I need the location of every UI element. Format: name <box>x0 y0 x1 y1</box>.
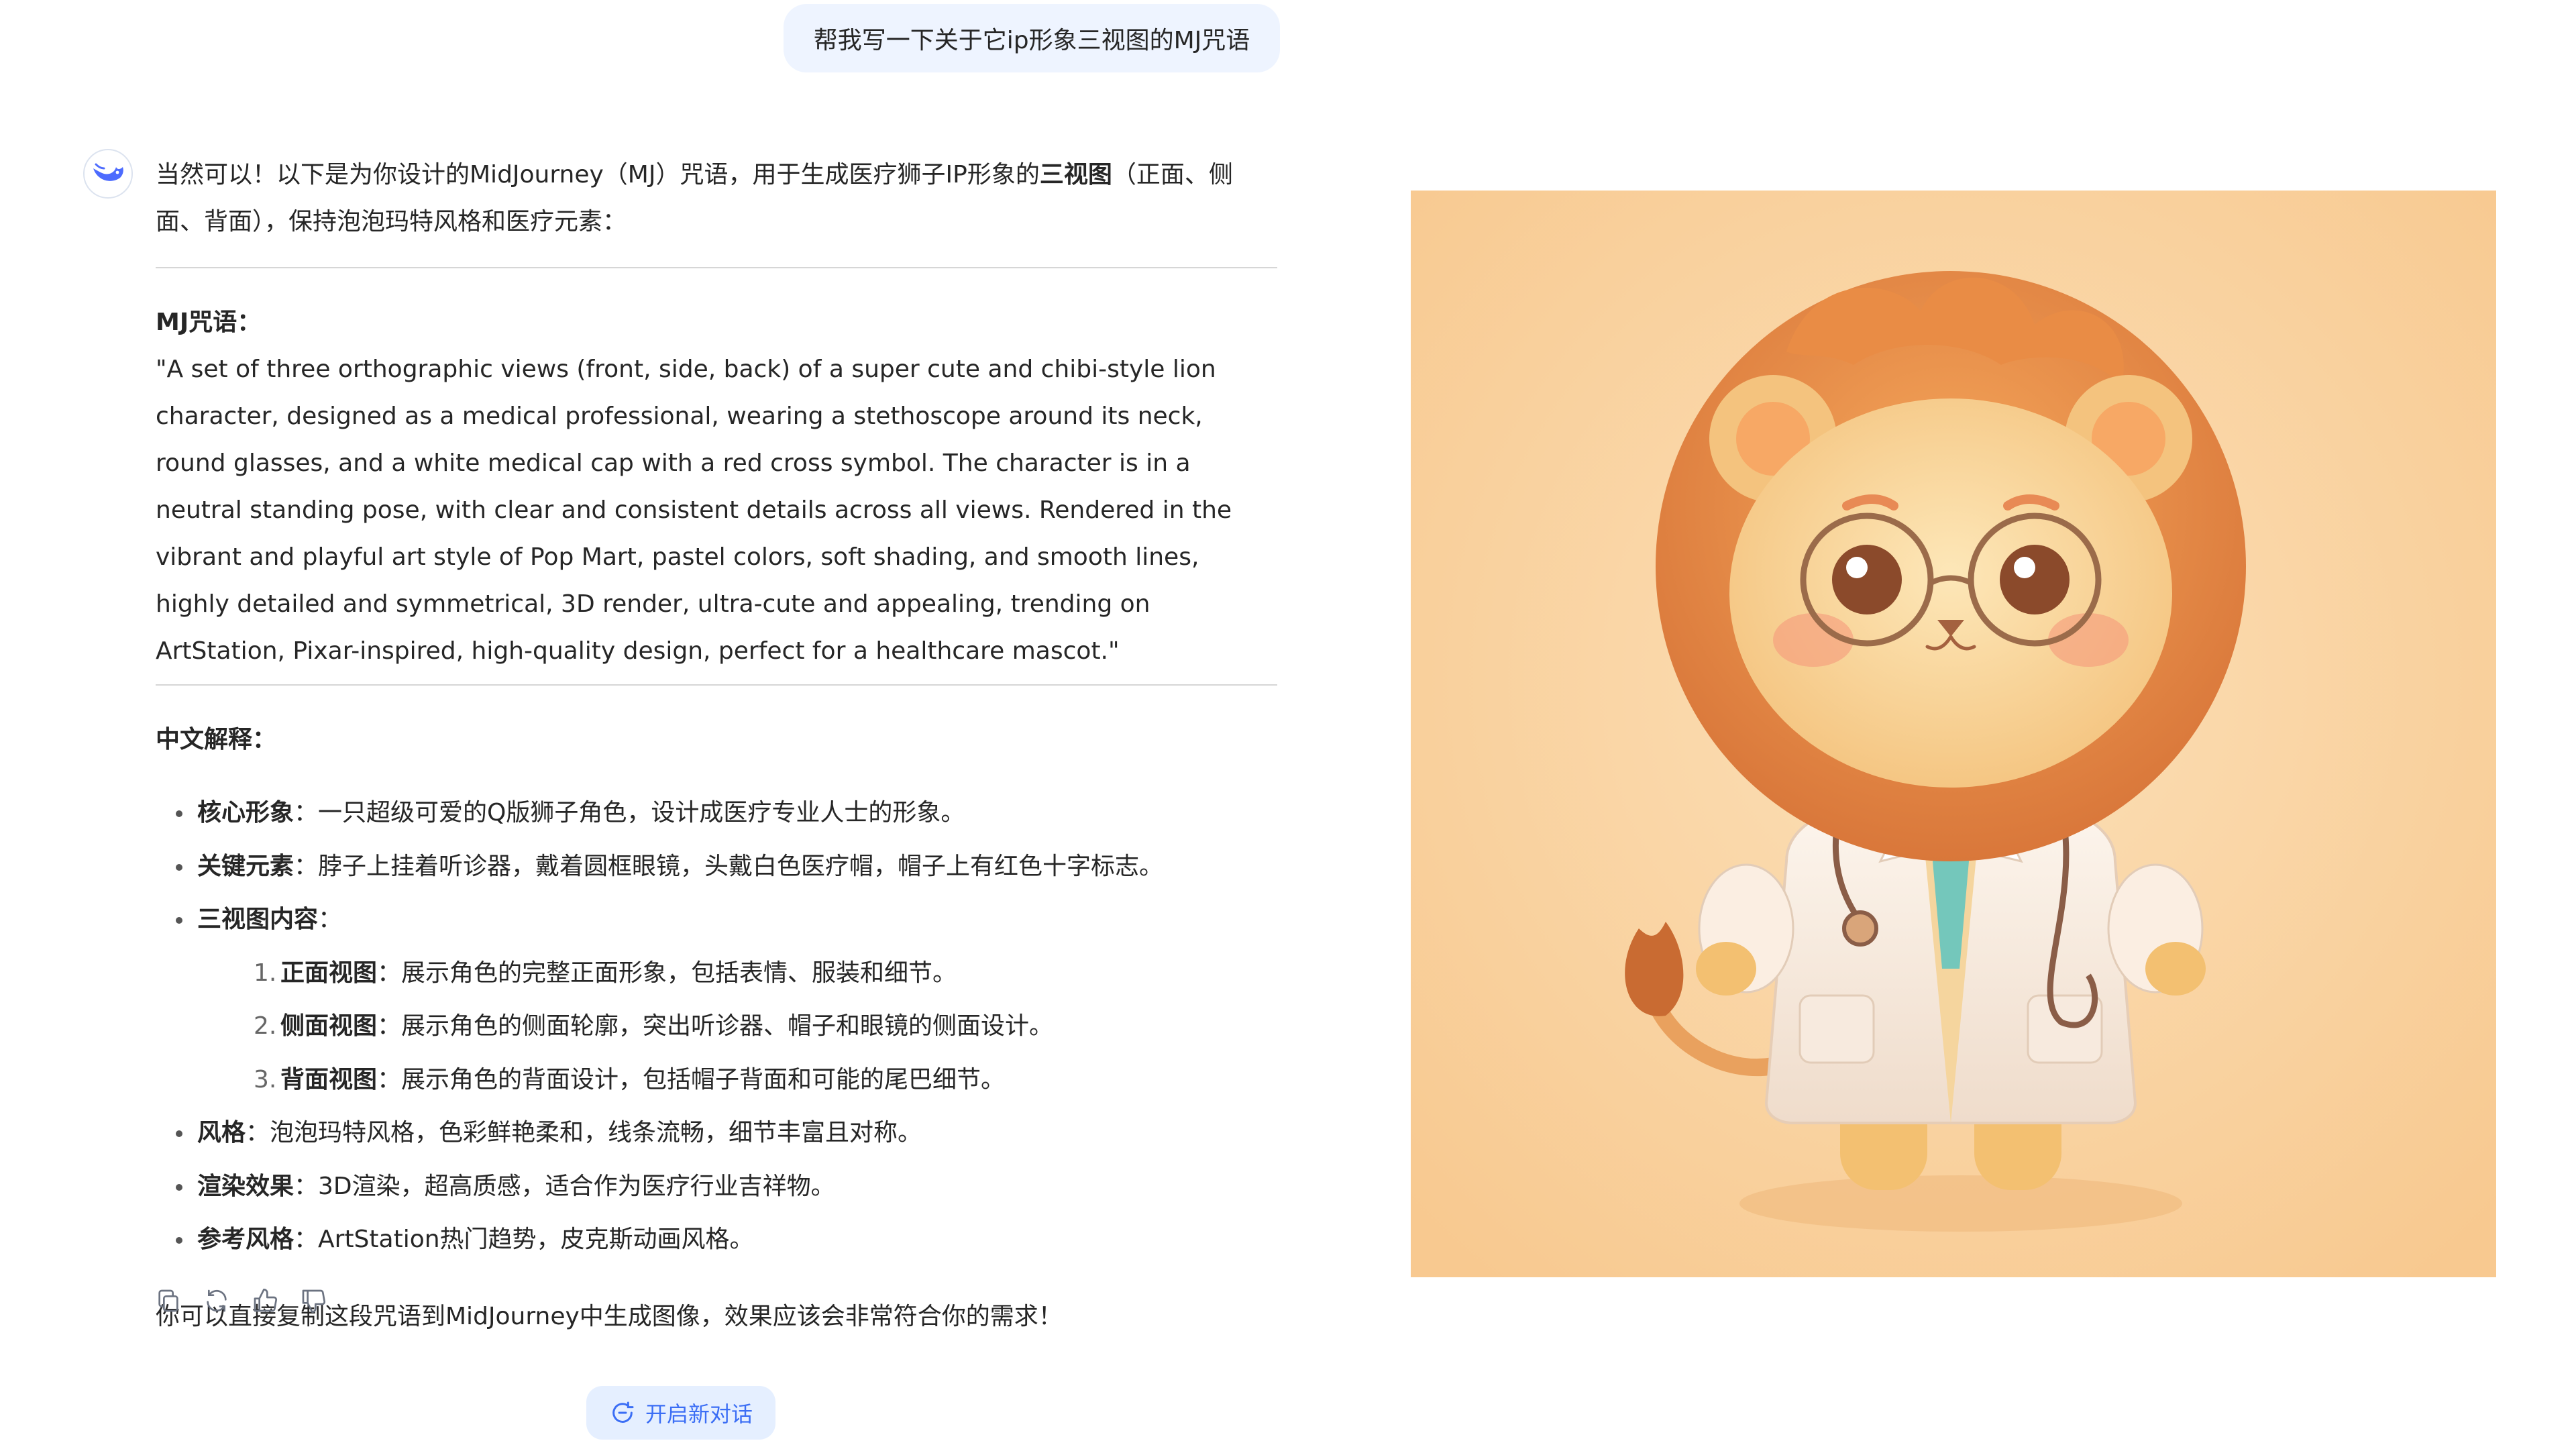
regenerate-button[interactable] <box>201 1285 232 1316</box>
list-item: 核心形象：一只超级可爱的Q版狮子角色，设计成医疗专业人士的形象。 <box>156 786 1277 840</box>
point-label: 参考风格 <box>197 1226 294 1253</box>
lion-doctor-illustration <box>1411 191 2496 1277</box>
list-item: 关键元素：脖子上挂着听诊器，戴着圆框眼镜，头戴白色医疗帽，帽子上有红色十字标志。 <box>156 840 1277 894</box>
thumbs-up-button[interactable] <box>250 1285 280 1316</box>
view-number: 1. <box>254 959 277 987</box>
point-text: ：3D渲染，超高质感，适合作为医疗行业吉祥物。 <box>294 1172 835 1200</box>
view-text: ：展示角色的完整正面形象，包括表情、服装和细节。 <box>377 959 957 987</box>
view-label: 侧面视图 <box>280 1012 378 1040</box>
view-text: ：展示角色的背面设计，包括帽子背面和可能的尾巴细节。 <box>377 1065 1006 1093</box>
intro-bold-text: 三视图 <box>1039 161 1112 189</box>
explain-title: 中文解释： <box>156 726 277 753</box>
intro-text: 当然可以！以下是为你设计的MidJourney（MJ）咒语，用于生成医疗狮子IP… <box>156 161 1040 189</box>
point-label: 核心形象 <box>197 799 294 826</box>
new-chat-button[interactable]: 开启新对话 <box>586 1386 775 1440</box>
view-label: 背面视图 <box>280 1065 378 1093</box>
user-message-bubble: 帮我写一下关于它ip形象三视图的MJ咒语 <box>784 4 1280 72</box>
point-text: ：脖子上挂着听诊器，戴着圆框眼镜，头戴白色医疗帽，帽子上有红色十字标志。 <box>294 852 1164 880</box>
point-label: 风格 <box>197 1119 246 1146</box>
prompt-text[interactable]: "A set of three orthographic views (fron… <box>156 346 1277 675</box>
list-item: 1. 正面视图：展示角色的完整正面形象，包括表情、服装和细节。 <box>197 947 1277 1000</box>
point-label: 三视图内容 <box>197 906 319 933</box>
regenerate-icon <box>207 1289 227 1312</box>
list-item: 风格：泡泡玛特风格，色彩鲜艳柔和，线条流畅，细节丰富且对称。 <box>156 1106 1277 1160</box>
list-item: 参考风格：ArtStation热门趋势，皮克斯动画风格。 <box>156 1213 1277 1267</box>
view-number: 3. <box>254 1065 277 1093</box>
divider <box>156 684 1277 686</box>
whale-logo-icon <box>93 163 123 181</box>
point-label: 渲染效果 <box>197 1172 294 1200</box>
new-chat-label: 开启新对话 <box>645 1401 753 1427</box>
list-item: 2. 侧面视图：展示角色的侧面轮廓，突出听诊器、帽子和眼镜的侧面设计。 <box>197 1000 1277 1053</box>
view-text: ：展示角色的侧面轮廓，突出听诊器、帽子和眼镜的侧面设计。 <box>377 1012 1054 1040</box>
list-item: 渲染效果：3D渲染，超高质感，适合作为医疗行业吉祥物。 <box>156 1160 1277 1214</box>
point-label: 关键元素 <box>197 852 294 880</box>
new-chat-icon <box>612 1401 634 1423</box>
user-message-text: 帮我写一下关于它ip形象三视图的MJ咒语 <box>813 27 1250 54</box>
explain-list: 核心形象：一只超级可爱的Q版狮子角色，设计成医疗专业人士的形象。 关键元素：脖子… <box>156 786 1277 1267</box>
view-label: 正面视图 <box>280 959 378 987</box>
copy-icon <box>158 1289 178 1312</box>
assistant-answer: 当然可以！以下是为你设计的MidJourney（MJ）咒语，用于生成医疗狮子IP… <box>156 152 1277 1340</box>
list-item: 三视图内容： 1. 正面视图：展示角色的完整正面形象，包括表情、服装和细节。 2.… <box>156 893 1277 1106</box>
point-text: ：泡泡玛特风格，色彩鲜艳柔和，线条流畅，细节丰富且对称。 <box>246 1119 922 1146</box>
point-text: ：一只超级可爱的Q版狮子角色，设计成医疗专业人士的形象。 <box>294 799 965 826</box>
point-text: ： <box>318 906 343 933</box>
thumbs-down-button[interactable] <box>298 1285 329 1316</box>
answer-intro: 当然可以！以下是为你设计的MidJourney（MJ）咒语，用于生成医疗狮子IP… <box>156 152 1277 246</box>
prompt-title: MJ咒语： <box>156 309 262 336</box>
copy-button[interactable] <box>153 1285 184 1316</box>
assistant-avatar <box>83 149 133 199</box>
views-list: 1. 正面视图：展示角色的完整正面形象，包括表情、服装和细节。 2. 侧面视图：展示… <box>197 947 1277 1107</box>
thumbs-up-icon <box>254 1289 277 1312</box>
generated-lion-image <box>1411 191 2496 1277</box>
point-text: ：ArtStation热门趋势，皮克斯动画风格。 <box>294 1226 754 1253</box>
view-number: 2. <box>254 1012 277 1040</box>
thumbs-down-icon <box>302 1289 325 1313</box>
message-actions <box>153 1285 329 1316</box>
list-item: 3. 背面视图：展示角色的背面设计，包括帽子背面和可能的尾巴细节。 <box>197 1053 1277 1107</box>
divider <box>156 267 1277 268</box>
